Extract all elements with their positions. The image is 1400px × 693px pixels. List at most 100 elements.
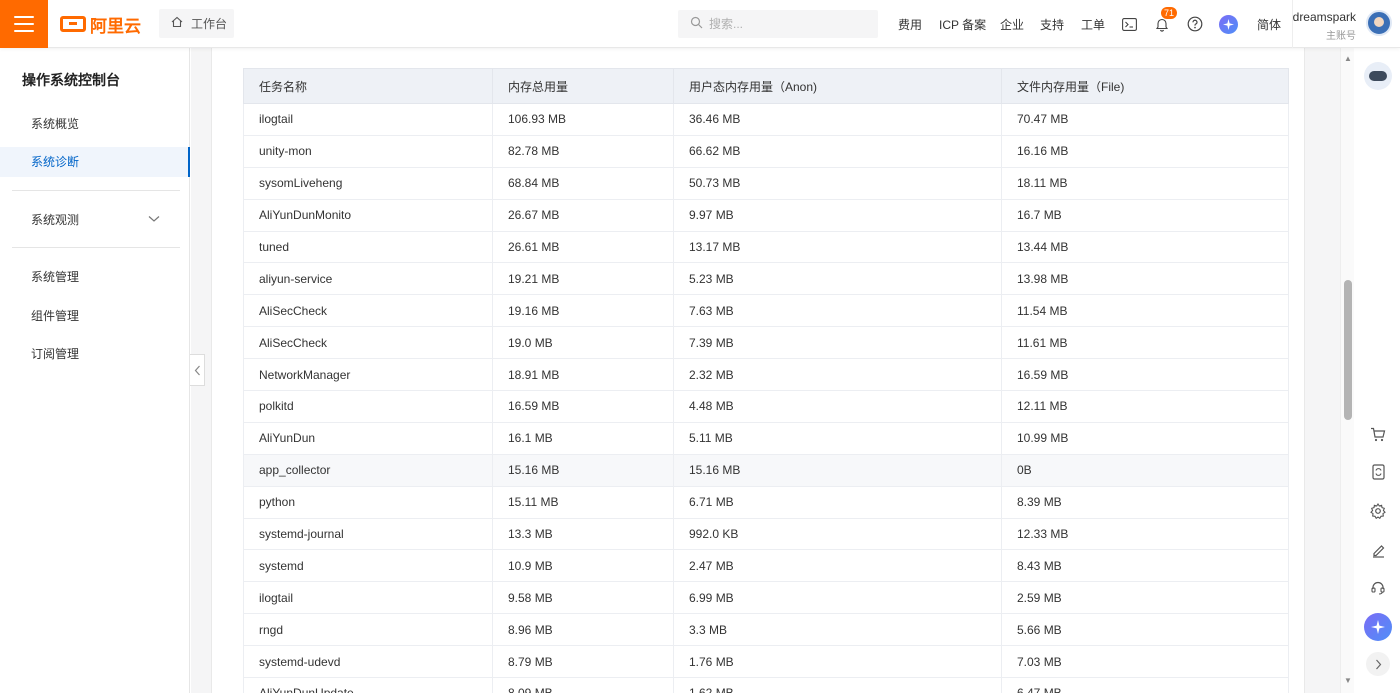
cell-file-memory: 18.11 MB: [1001, 167, 1289, 200]
cell-total-memory: 18.91 MB: [492, 358, 674, 392]
cell-task-name: python: [243, 486, 493, 519]
robot-assistant-icon[interactable]: [1364, 62, 1392, 90]
nav-link-fees[interactable]: 费用: [898, 0, 922, 48]
cell-file-memory: 13.44 MB: [1001, 231, 1289, 264]
cell-total-memory: 8.79 MB: [492, 645, 674, 679]
cell-anon-memory: 7.63 MB: [673, 294, 1002, 328]
cell-anon-memory: 7.39 MB: [673, 326, 1002, 360]
cell-file-memory: 5.66 MB: [1001, 613, 1289, 647]
terminal-icon[interactable]: [1120, 15, 1138, 33]
cell-total-memory: 13.3 MB: [492, 518, 674, 551]
cart-icon[interactable]: [1365, 421, 1391, 447]
table-row: app_collector 15.16 MB 15.16 MB 0B: [243, 454, 1289, 487]
cell-anon-memory: 66.62 MB: [673, 135, 1002, 168]
cell-total-memory: 10.9 MB: [492, 549, 674, 583]
cell-total-memory: 19.0 MB: [492, 326, 674, 360]
table-row: NetworkManager 18.91 MB 2.32 MB 16.59 MB: [243, 358, 1289, 392]
workbench-button[interactable]: 工作台: [159, 9, 234, 38]
sidebar-item-component-management[interactable]: 组件管理: [0, 301, 190, 331]
cell-anon-memory: 1.62 MB: [673, 677, 1002, 693]
cell-task-name: polkitd: [243, 390, 493, 423]
sidebar-item-subscription-management[interactable]: 订阅管理: [0, 339, 190, 369]
cell-anon-memory: 4.48 MB: [673, 390, 1002, 423]
content-card: 任务名称 内存总用量 用户态内存用量（Anon) 文件内存用量（File) il…: [211, 48, 1305, 693]
cell-anon-memory: 1.76 MB: [673, 645, 1002, 679]
avatar[interactable]: [1366, 10, 1392, 36]
cell-task-name: ilogtail: [243, 103, 493, 136]
cell-task-name: systemd-udevd: [243, 645, 493, 679]
table-row: systemd-journal 13.3 MB 992.0 KB 12.33 MB: [243, 518, 1289, 551]
ai-assistant-icon[interactable]: [1364, 613, 1392, 641]
sidebar-item-label: 系统观测: [31, 213, 80, 227]
cell-anon-memory: 6.99 MB: [673, 581, 1002, 615]
cell-file-memory: 12.11 MB: [1001, 390, 1289, 423]
cell-total-memory: 68.84 MB: [492, 167, 674, 200]
scrollbar-thumb[interactable]: [1344, 280, 1352, 420]
account-menu[interactable]: dreamspark 主账号: [1292, 0, 1400, 48]
cell-total-memory: 16.59 MB: [492, 390, 674, 423]
help-icon[interactable]: [1186, 15, 1204, 33]
sidebar-item-overview[interactable]: 系统概览: [0, 109, 190, 139]
sidebar-collapse-button[interactable]: [190, 354, 205, 386]
ai-assistant-icon[interactable]: [1219, 14, 1238, 34]
chevron-down-icon: [148, 205, 160, 235]
cell-anon-memory: 15.16 MB: [673, 454, 1002, 487]
cell-file-memory: 16.7 MB: [1001, 199, 1289, 232]
column-header-anon-memory: 用户态内存用量（Anon): [673, 68, 1002, 104]
nav-link-ticket[interactable]: 工单: [1081, 0, 1105, 48]
cell-file-memory: 16.16 MB: [1001, 135, 1289, 168]
aliyun-logo-icon: [60, 16, 86, 32]
scrollbar[interactable]: ▲ ▼: [1340, 48, 1354, 693]
cell-anon-memory: 13.17 MB: [673, 231, 1002, 264]
edit-icon[interactable]: [1365, 537, 1391, 563]
cell-task-name: tuned: [243, 231, 493, 264]
sidebar-divider: [12, 190, 180, 191]
table-row: tuned 26.61 MB 13.17 MB 13.44 MB: [243, 231, 1289, 264]
cell-task-name: unity-mon: [243, 135, 493, 168]
search-box[interactable]: [678, 10, 878, 38]
cell-task-name: ilogtail: [243, 581, 493, 615]
home-icon: [171, 16, 183, 31]
cell-file-memory: 12.33 MB: [1001, 518, 1289, 551]
nav-link-support[interactable]: 支持: [1040, 0, 1064, 48]
cell-file-memory: 16.59 MB: [1001, 358, 1289, 392]
cell-anon-memory: 36.46 MB: [673, 103, 1002, 136]
search-input[interactable]: [709, 17, 869, 31]
cell-task-name: sysomLiveheng: [243, 167, 493, 200]
cell-file-memory: 13.98 MB: [1001, 262, 1289, 296]
table-row: AliYunDun 16.1 MB 5.11 MB 10.99 MB: [243, 422, 1289, 455]
top-navbar: 阿里云 工作台 费用 ICP 备案 企业 支持 工单 71 简体 dreamsp…: [0, 0, 1400, 48]
table-row: python 15.11 MB 6.71 MB 8.39 MB: [243, 486, 1289, 519]
cell-file-memory: 7.03 MB: [1001, 645, 1289, 679]
cell-total-memory: 19.21 MB: [492, 262, 674, 296]
cell-total-memory: 19.16 MB: [492, 294, 674, 328]
column-header-task-name: 任务名称: [243, 68, 493, 104]
sidebar-item-system-management[interactable]: 系统管理: [0, 262, 190, 292]
language-switch[interactable]: 简体: [1257, 0, 1281, 48]
table-row: ilogtail 106.93 MB 36.46 MB 70.47 MB: [243, 103, 1289, 136]
nav-link-icp[interactable]: ICP 备案: [939, 0, 986, 48]
document-sync-icon[interactable]: [1365, 459, 1391, 485]
chevron-right-icon[interactable]: [1366, 652, 1390, 676]
sidebar-item-diagnosis[interactable]: 系统诊断: [0, 147, 190, 177]
nav-link-enterprise[interactable]: 企业: [1000, 0, 1024, 48]
sidebar: 操作系统控制台 系统概览 系统诊断 系统观测 系统管理 组件管理 订阅管理: [0, 48, 190, 693]
aliyun-logo[interactable]: 阿里云: [60, 12, 141, 36]
bell-icon[interactable]: 71: [1153, 7, 1178, 33]
scroll-down-arrow-icon[interactable]: ▼: [1344, 676, 1352, 685]
table-row: systemd 10.9 MB 2.47 MB 8.43 MB: [243, 549, 1289, 583]
cell-task-name: aliyun-service: [243, 262, 493, 296]
cell-anon-memory: 5.11 MB: [673, 422, 1002, 455]
cell-file-memory: 11.61 MB: [1001, 326, 1289, 360]
sidebar-divider: [12, 247, 180, 248]
cell-task-name: AliSecCheck: [243, 294, 493, 328]
headset-support-icon[interactable]: [1365, 575, 1391, 601]
sidebar-title: 操作系统控制台: [22, 72, 120, 88]
main-content: 任务名称 内存总用量 用户态内存用量（Anon) 文件内存用量（File) il…: [191, 48, 1340, 693]
cell-anon-memory: 5.23 MB: [673, 262, 1002, 296]
hamburger-menu-button[interactable]: [0, 0, 48, 48]
gear-icon[interactable]: [1365, 498, 1391, 524]
sidebar-item-observability[interactable]: 系统观测: [0, 205, 190, 235]
scroll-up-arrow-icon[interactable]: ▲: [1344, 54, 1352, 63]
column-header-file-memory: 文件内存用量（File): [1001, 68, 1289, 104]
